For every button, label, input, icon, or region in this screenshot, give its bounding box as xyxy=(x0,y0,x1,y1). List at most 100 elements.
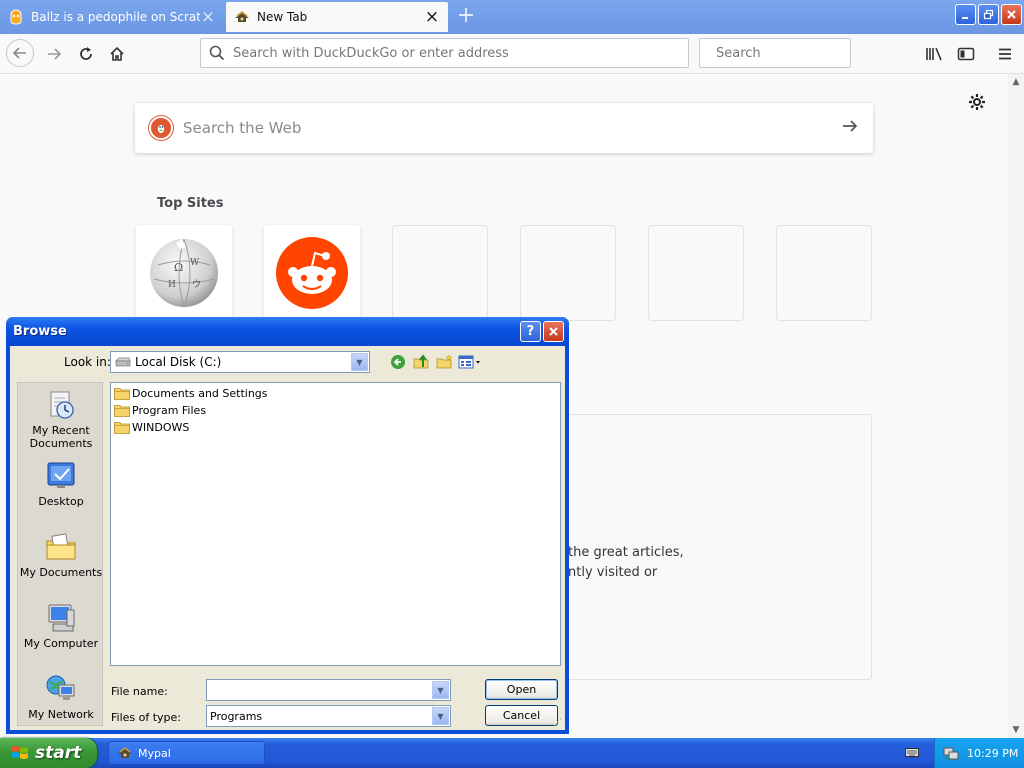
place-label: My Computer xyxy=(23,637,99,650)
desktop-icon xyxy=(47,462,75,488)
restore-button[interactable] xyxy=(978,4,999,25)
new-folder-button[interactable] xyxy=(434,353,454,371)
list-item[interactable]: WINDOWS xyxy=(114,419,189,435)
forward-button[interactable] xyxy=(40,40,68,68)
place-my-recent-documents[interactable]: My Recent Documents xyxy=(18,389,104,450)
view-menu-icon xyxy=(458,355,480,369)
svg-text:W: W xyxy=(190,258,200,268)
mypal-icon xyxy=(118,747,132,758)
keyboard-icon[interactable] xyxy=(905,746,919,758)
web-search-input[interactable] xyxy=(183,119,841,137)
place-label: My Network xyxy=(28,708,94,721)
close-tab-icon[interactable]: × xyxy=(200,7,216,27)
back-arrow-icon xyxy=(12,47,26,59)
cancel-button[interactable]: Cancel xyxy=(485,705,558,726)
file-name-input[interactable] xyxy=(207,683,432,697)
svg-text:Ω: Ω xyxy=(174,261,183,274)
scroll-down-arrow-icon[interactable]: ▼ xyxy=(1008,722,1024,738)
duckduckgo-logo-icon xyxy=(149,116,173,140)
start-button[interactable]: start xyxy=(0,738,97,768)
top-site-empty-slot[interactable] xyxy=(648,225,744,321)
address-input[interactable] xyxy=(233,45,688,61)
reddit-snoo-icon xyxy=(276,237,348,309)
clock[interactable]: 10:29 PM xyxy=(967,747,1018,760)
hamburger-menu-icon xyxy=(999,48,1011,60)
top-site-reddit[interactable] xyxy=(264,225,360,321)
nav-toolbar xyxy=(0,34,1024,74)
tab-new-tab[interactable]: New Tab × xyxy=(226,2,448,32)
view-menu-button[interactable] xyxy=(457,353,483,371)
place-label: My Documents xyxy=(19,566,103,579)
minimize-button[interactable] xyxy=(955,4,976,25)
close-tab-icon[interactable]: × xyxy=(424,7,440,27)
scroll-up-arrow-icon[interactable]: ▲ xyxy=(1008,74,1024,90)
library-button[interactable] xyxy=(920,40,948,68)
sidebar-button[interactable] xyxy=(952,40,980,68)
arrow-right-icon[interactable] xyxy=(841,116,859,140)
list-item[interactable]: Documents and Settings xyxy=(114,385,268,401)
new-folder-icon xyxy=(436,354,453,369)
top-site-wikipedia[interactable]: Ω W И ウ xyxy=(136,225,232,321)
list-item[interactable]: Program Files xyxy=(114,402,206,418)
close-window-button[interactable] xyxy=(1001,4,1022,25)
home-button[interactable] xyxy=(103,40,131,68)
svg-text:ウ: ウ xyxy=(192,279,201,290)
new-tab-plus-icon[interactable]: + xyxy=(454,5,478,29)
file-list[interactable]: Documents and Settings Program Files WIN… xyxy=(110,382,561,666)
top-site-empty-slot[interactable] xyxy=(776,225,872,321)
dialog-title: Browse xyxy=(13,324,67,339)
folder-icon xyxy=(114,387,130,400)
files-of-type-dropdown[interactable]: Programs ▼ xyxy=(206,705,451,727)
home-icon xyxy=(110,46,124,61)
taskbar: start Mypal 10:29 PM xyxy=(0,738,1024,768)
resize-grip-icon[interactable]: ⋰ xyxy=(553,718,563,728)
tab-title: New Tab xyxy=(257,10,308,24)
gear-icon[interactable] xyxy=(965,92,989,116)
recent-documents-icon xyxy=(50,391,74,419)
top-site-empty-slot[interactable] xyxy=(520,225,616,321)
sidebar-icon xyxy=(957,47,975,61)
folder-icon xyxy=(114,421,130,434)
web-search-box[interactable] xyxy=(135,103,873,153)
chevron-down-icon[interactable]: ▼ xyxy=(351,353,368,371)
search-input[interactable] xyxy=(716,45,886,61)
back-button[interactable] xyxy=(6,39,34,67)
place-my-computer[interactable]: My Computer xyxy=(18,602,104,650)
files-of-type-label: Files of type: xyxy=(111,711,182,724)
reload-button[interactable] xyxy=(72,40,100,68)
wikipedia-globe-icon: Ω W И ウ xyxy=(150,238,218,308)
look-in-dropdown[interactable]: Local Disk (C:) ▼ xyxy=(110,351,370,373)
library-icon xyxy=(926,47,942,61)
menu-button[interactable] xyxy=(991,40,1019,68)
vertical-scrollbar[interactable]: ▲ ▼ xyxy=(1008,74,1024,738)
place-desktop[interactable]: Desktop xyxy=(18,460,104,508)
my-computer-icon xyxy=(48,604,75,632)
dialog-title-bar[interactable]: Browse ? xyxy=(6,317,569,346)
look-in-label: Look in: xyxy=(64,355,111,369)
system-tray: 10:29 PM xyxy=(934,738,1024,768)
start-label: start xyxy=(35,743,82,763)
network-status-icon[interactable] xyxy=(943,745,959,761)
chevron-down-icon[interactable]: ▼ xyxy=(432,707,449,725)
file-name-label: File name: xyxy=(111,685,168,698)
place-my-documents[interactable]: My Documents xyxy=(18,531,104,579)
dialog-body: Look in: Local Disk (C:) ▼ My Recent Doc… xyxy=(10,346,565,730)
places-bar: My Recent Documents Desktop My Documents… xyxy=(17,382,103,726)
tab-scratch[interactable]: Ballz is a pedophile on Scratch × xyxy=(0,2,224,32)
help-button[interactable]: ? xyxy=(520,321,541,342)
hard-drive-icon xyxy=(115,357,131,367)
place-my-network[interactable]: My Network xyxy=(18,673,104,721)
file-name-combo[interactable]: ▼ xyxy=(206,679,451,701)
address-bar[interactable] xyxy=(200,38,689,68)
search-box[interactable] xyxy=(699,38,886,68)
back-button[interactable] xyxy=(388,353,408,371)
files-of-type-value: Programs xyxy=(210,709,263,723)
open-button[interactable]: Open xyxy=(485,679,558,700)
close-icon xyxy=(549,327,558,336)
dialog-close-button[interactable] xyxy=(543,321,564,342)
top-site-empty-slot[interactable] xyxy=(392,225,488,321)
chevron-down-icon[interactable]: ▼ xyxy=(432,681,449,699)
svg-text:И: И xyxy=(168,280,176,290)
up-folder-button[interactable] xyxy=(411,353,431,371)
taskbar-item-mypal[interactable]: Mypal xyxy=(108,741,265,765)
